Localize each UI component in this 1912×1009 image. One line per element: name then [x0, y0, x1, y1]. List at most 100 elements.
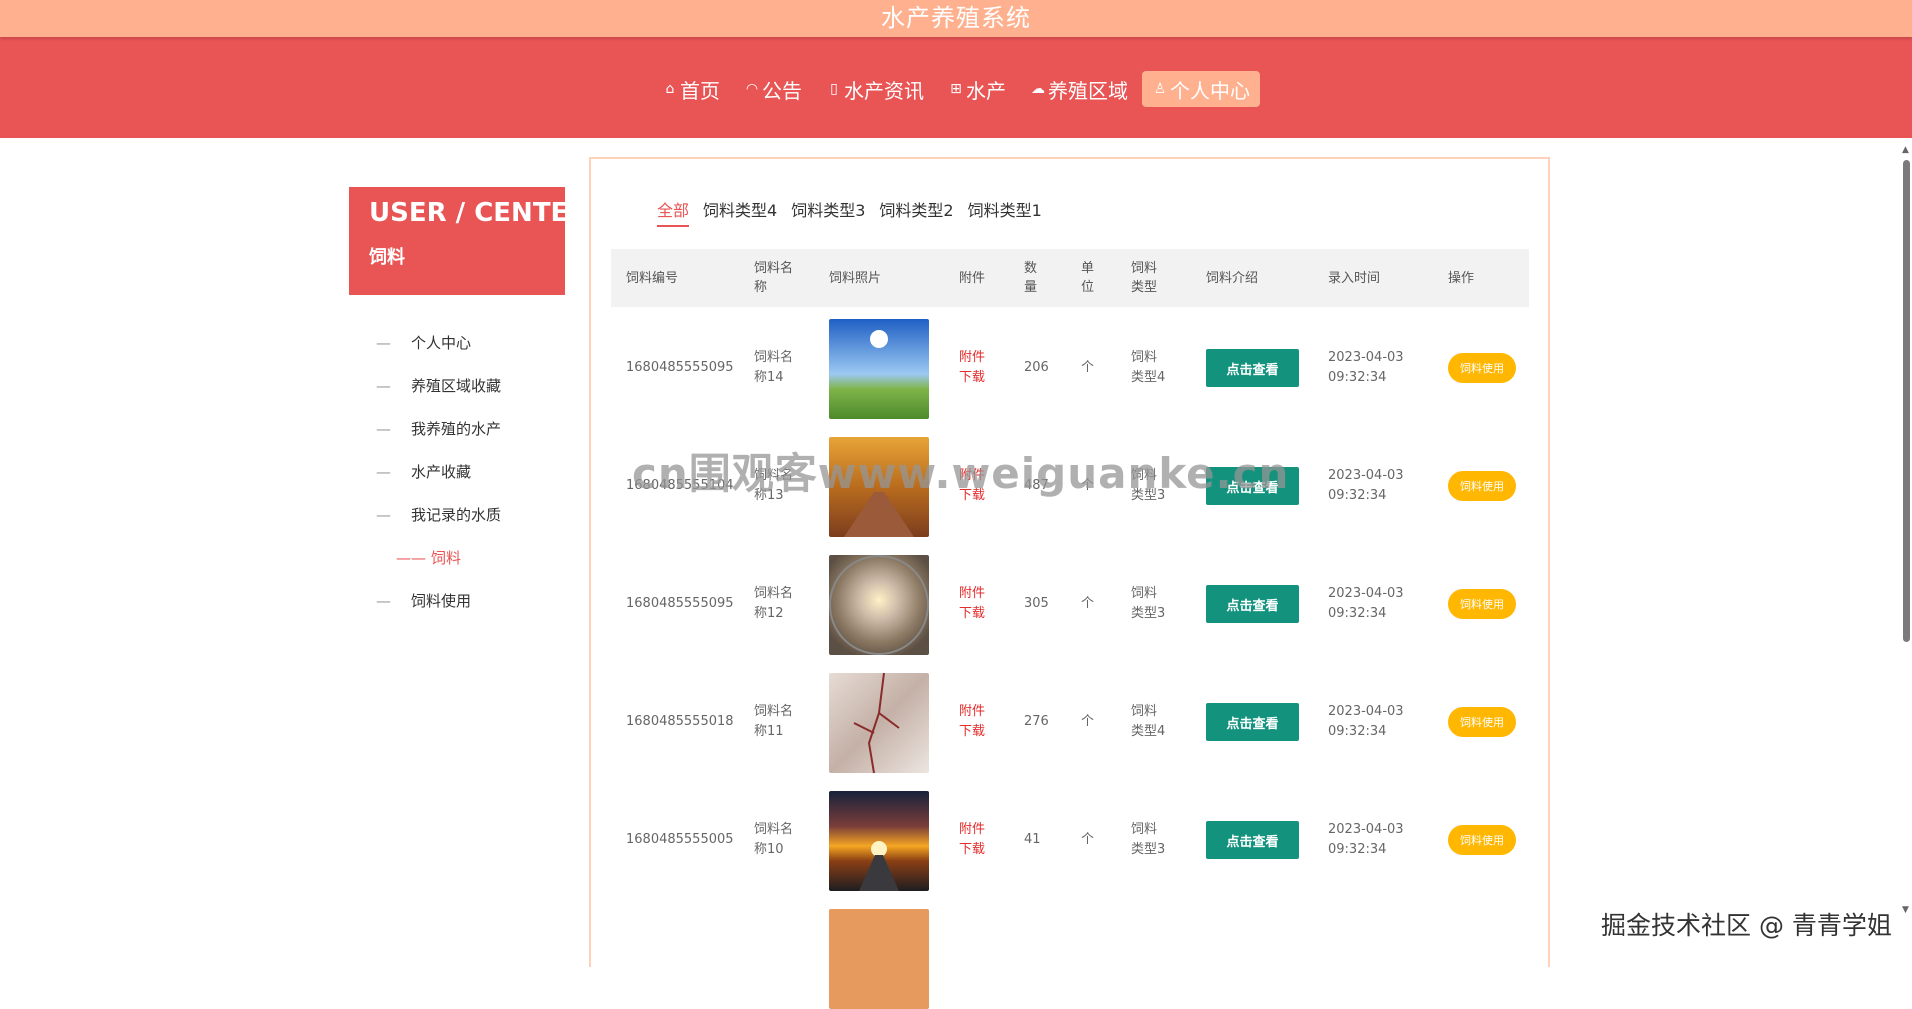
sidebar-item-4[interactable]: — 我记录的水质: [373, 494, 563, 537]
feed-use-button[interactable]: 饲料使用: [1448, 353, 1516, 383]
nav-label: 个人中心: [1170, 78, 1250, 103]
feed-photo: [829, 319, 929, 419]
feed-use-button[interactable]: 饲料使用: [1448, 589, 1516, 619]
nav-item-5[interactable]: ♙ 个人中心: [1142, 71, 1260, 107]
feed-type: 饲料 类型3: [1131, 586, 1166, 621]
nav-item-1[interactable]: ◠ 公告: [734, 71, 812, 107]
nav-list: ⌂ 首页 ◠ 公告 ▯ 水产资讯 ⊞ 水产 ☁ 养殖区域 ♙ 个人中心: [0, 71, 1912, 107]
page-scrollbar[interactable]: ▲ ▼: [1900, 145, 1912, 922]
feed-type: 饲料 类型3: [1131, 468, 1166, 503]
sidebar-item-5[interactable]: —— 饲料: [373, 537, 563, 580]
attachment-download-link[interactable]: 附件 下载: [959, 663, 1009, 781]
feed-name: 饲料名 称10: [754, 822, 794, 857]
table-row: 1680485555095 饲料名 称12 附件 下载 305 个 饲料 类型3 点击查看 2…: [611, 545, 1529, 663]
menu-dash: —: [376, 463, 391, 481]
news-icon: ▯: [830, 81, 838, 97]
user-center-title: USER / CENTER: [369, 198, 589, 228]
column-header: 操作: [1448, 270, 1475, 286]
feed-code: 1680485555005: [626, 832, 734, 847]
sidebar-item-label: 水产收藏: [411, 463, 472, 481]
menu-dash: —: [376, 592, 391, 610]
feed-use-button[interactable]: 饲料使用: [1448, 825, 1516, 855]
view-intro-button[interactable]: 点击查看: [1206, 821, 1299, 859]
nav-item-3[interactable]: ⊞ 水产: [938, 71, 1016, 107]
feed-photo: [829, 791, 929, 891]
feed-use-button[interactable]: 饲料使用: [1448, 471, 1516, 501]
main-nav: ⌂ 首页 ◠ 公告 ▯ 水产资讯 ⊞ 水产 ☁ 养殖区域 ♙ 个人中心: [0, 37, 1912, 138]
nav-label: 水产: [966, 78, 1006, 103]
feed-type: 饲料 类型4: [1131, 704, 1166, 739]
column-header: 饲料照片: [829, 270, 882, 286]
feed-name: 饲料名 称11: [754, 704, 794, 739]
table-row: 1680485555104 饲料名 称13 附件 下载 487 个 饲料 类型3 点击查看 2…: [611, 427, 1529, 545]
feed-code: 1680485555095: [626, 360, 734, 375]
feed-photo: [829, 909, 929, 1009]
view-intro-button[interactable]: 点击查看: [1206, 703, 1299, 741]
feed-type: 饲料 类型3: [1131, 822, 1166, 857]
content-panel: 全部 饲料类型4 饲料类型3 饲料类型2 饲料类型1 饲料编号 饲料名 称 饲料照片 附件 数 …: [589, 157, 1550, 1009]
category-tabs: 全部 饲料类型4 饲料类型3 饲料类型2 饲料类型1: [657, 197, 1042, 227]
entry-time: 2023-04-03 09:32:34: [1328, 468, 1404, 503]
user-center-subtitle: 饲料: [369, 247, 405, 268]
table-row: 1680485555095 饲料名 称14 附件 下载 206 个 饲料 类型4 点击查看 2…: [611, 309, 1529, 427]
sidebar-item-3[interactable]: — 水产收藏: [373, 451, 563, 494]
app-title: 水产养殖系统: [0, 0, 1912, 37]
entry-time: 2023-04-03 09:32:34: [1328, 704, 1404, 739]
column-header: 饲料 类型: [1131, 261, 1158, 295]
tab-3[interactable]: 饲料类型2: [879, 197, 953, 227]
column-header: 录入时间: [1328, 270, 1381, 286]
nav-label: 首页: [680, 78, 720, 103]
feed-unit: 个: [1081, 596, 1095, 611]
scroll-up-arrow-icon[interactable]: ▲: [1902, 145, 1909, 155]
attachment-download-link[interactable]: 附件 下载: [959, 545, 1009, 663]
sidebar-item-1[interactable]: — 养殖区域收藏: [373, 365, 563, 408]
tab-1[interactable]: 饲料类型4: [703, 197, 777, 227]
feed-quantity: 276: [1024, 714, 1049, 729]
scroll-thumb[interactable]: [1903, 160, 1910, 642]
tab-0[interactable]: 全部: [657, 197, 690, 227]
feed-quantity: 206: [1024, 360, 1049, 375]
attachment-download-link[interactable]: 附件 下载: [959, 309, 1009, 427]
entry-time: 2023-04-03 09:32:34: [1328, 822, 1404, 857]
column-header: 数 量: [1024, 261, 1038, 295]
area-icon: ☁: [1031, 81, 1045, 97]
tab-2[interactable]: 饲料类型3: [791, 197, 865, 227]
feed-photo: [829, 673, 929, 773]
view-intro-button[interactable]: 点击查看: [1206, 585, 1299, 623]
feed-type: 饲料 类型4: [1131, 350, 1166, 385]
nav-item-0[interactable]: ⌂ 首页: [652, 71, 730, 107]
attachment-download-link[interactable]: 附件 下载: [959, 781, 1009, 899]
column-header: 单 位: [1081, 261, 1095, 295]
nav-item-4[interactable]: ☁ 养殖区域: [1020, 71, 1138, 107]
feed-use-button[interactable]: 饲料使用: [1448, 707, 1516, 737]
nav-item-2[interactable]: ▯ 水产资讯: [816, 71, 934, 107]
feed-quantity: 305: [1024, 596, 1049, 611]
sidebar-item-6[interactable]: — 饲料使用: [373, 580, 563, 623]
feed-unit: 个: [1081, 832, 1095, 847]
tab-4[interactable]: 饲料类型1: [968, 197, 1042, 227]
menu-dash: —: [376, 334, 391, 352]
scroll-down-arrow-icon[interactable]: ▼: [1902, 905, 1909, 915]
sidebar-item-2[interactable]: — 我养殖的水产: [373, 408, 563, 451]
feed-photo: [829, 437, 929, 537]
entry-time: 2023-04-03 09:32:34: [1328, 586, 1404, 621]
feed-code: 1680485555104: [626, 478, 734, 493]
view-intro-button[interactable]: 点击查看: [1206, 467, 1299, 505]
feed-name: 饲料名 称12: [754, 586, 794, 621]
sidebar-item-0[interactable]: — 个人中心: [373, 322, 563, 365]
sidebar-item-label: 个人中心: [411, 334, 472, 352]
credit-watermark: 掘金技术社区 @ 青青学姐: [1601, 911, 1892, 940]
feed-unit: 个: [1081, 478, 1095, 493]
fish-icon: ⊞: [950, 81, 962, 97]
sidebar-item-label: 饲料使用: [411, 592, 472, 610]
table-row: 1680485555005 饲料名 称10 附件 下载 41 个 饲料 类型3 点击查看 20…: [611, 781, 1529, 899]
attachment-download-link[interactable]: 附件 下载: [959, 427, 1009, 545]
menu-dash: ——: [396, 549, 426, 567]
feed-quantity: 487: [1024, 478, 1049, 493]
view-intro-button[interactable]: 点击查看: [1206, 349, 1299, 387]
user-center-header: USER / CENTER 饲料: [349, 187, 589, 295]
notice-icon: ◠: [745, 81, 759, 97]
menu-dash: —: [376, 506, 391, 524]
feed-quantity: 41: [1024, 832, 1041, 847]
nav-label: 水产资讯: [844, 78, 924, 103]
